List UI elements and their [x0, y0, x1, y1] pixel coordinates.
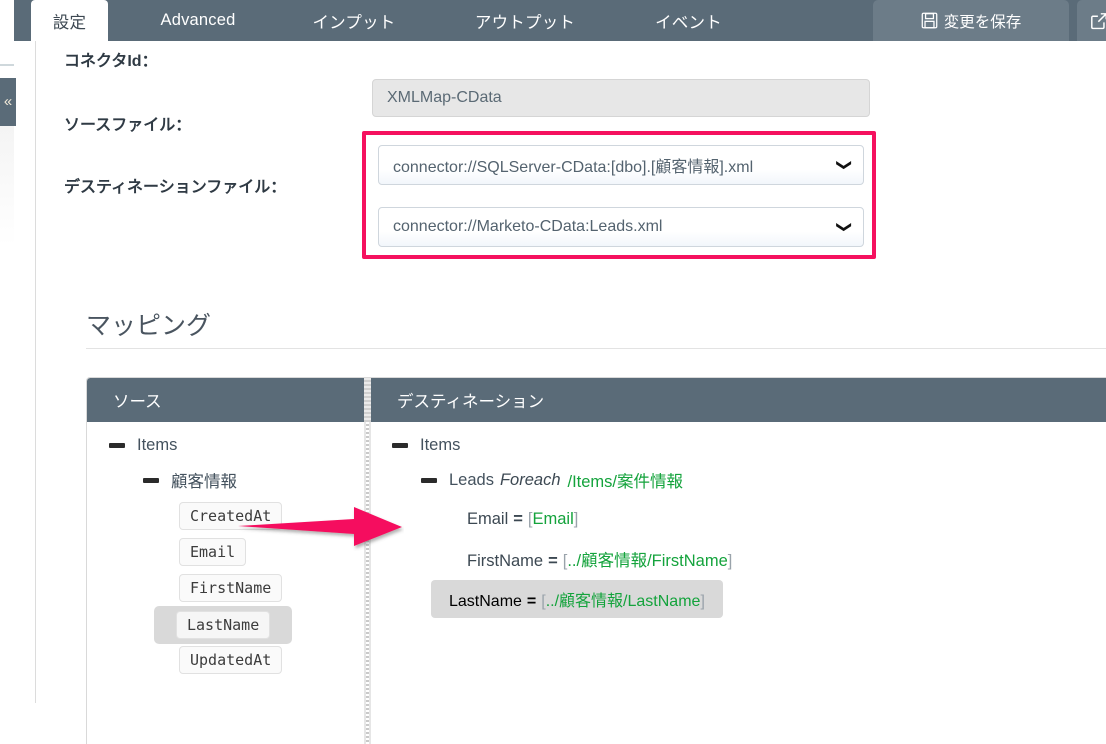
source-tree-root[interactable]: Items — [109, 436, 364, 455]
destination-tree-loop-node[interactable]: Leads Foreach /Items/案件情報 — [421, 468, 1106, 492]
chevron-double-left-icon: « — [4, 93, 12, 110]
mapping-divider — [86, 348, 1106, 349]
tab-advanced-label: Advanced — [161, 11, 236, 30]
bracket-close: ] — [700, 593, 704, 611]
destination-mapping-row[interactable]: FirstName = [ ../顧客情報/FirstName ] — [467, 547, 1106, 571]
destination-tree-root-label: Items — [420, 436, 460, 455]
tab-settings-label: 設定 — [53, 9, 86, 33]
source-leaf-selection: LastName — [154, 606, 292, 644]
panel-splitter-header-segment — [364, 378, 371, 422]
collapse-minus-icon[interactable] — [392, 443, 408, 448]
destination-mapping-row[interactable]: Email = [ Email ] — [467, 510, 1106, 529]
bracket-close: ] — [574, 510, 579, 529]
collapse-minus-icon[interactable] — [109, 443, 125, 448]
left-rail: « — [0, 0, 36, 703]
save-button-label: 変更を保存 — [944, 10, 1022, 32]
bracket-close: ] — [728, 552, 733, 571]
source-file-select[interactable]: connector://SQLServer-CData:[dbo].[顧客情報]… — [378, 145, 864, 185]
panel-splitter[interactable] — [364, 378, 371, 744]
connector-id-label: コネクタId： — [64, 49, 158, 75]
mapping-arrow — [236, 503, 404, 556]
source-tree: Items 顧客情報 CreatedAt Email FirstName Las… — [87, 422, 364, 744]
destination-field-path: ../顧客情報/FirstName — [567, 547, 727, 571]
destination-file-label: デスティネーションファイル： — [64, 175, 344, 201]
destination-file-value: connector://Marketo-CData:Leads.xml — [393, 218, 662, 236]
destination-tree-root[interactable]: Items — [392, 436, 1106, 455]
destination-file-select[interactable]: connector://Marketo-CData:Leads.xml ❮ — [378, 207, 864, 247]
destination-row-selection: LastName = [ ../顧客情報/LastName ] — [431, 580, 723, 618]
source-leaf-label: FirstName — [179, 574, 282, 602]
tab-bar: 設定 Advanced インプット アウトプット イベント 変更を保存 — [14, 0, 1106, 41]
source-tree-leaf[interactable]: UpdatedAt — [179, 646, 364, 674]
destination-field-name: FirstName — [467, 552, 543, 571]
mapping-section-title: マッピング — [86, 306, 211, 342]
destination-panel-header-label: デスティネーション — [397, 388, 544, 412]
tab-input[interactable]: インプット — [274, 0, 434, 41]
destination-tree: Items Leads Foreach /Items/案件情報 Email = … — [371, 422, 1106, 744]
source-leaf-label: LastName — [176, 611, 270, 639]
connector-id-value: XMLMap-CData — [387, 89, 502, 107]
chevron-down-icon: ❮ — [834, 221, 852, 234]
destination-loop-keyword: Foreach — [500, 471, 561, 490]
collapse-minus-icon[interactable] — [143, 478, 159, 483]
open-external-button[interactable] — [1077, 0, 1106, 41]
collapse-minus-icon[interactable] — [421, 478, 437, 483]
mapping-panel: ソース デスティネーション Items 顧客情報 CreatedAt Email — [86, 377, 1106, 744]
tab-advanced[interactable]: Advanced — [122, 0, 274, 41]
destination-mapping-row-selected[interactable]: LastName = [ ../顧客情報/LastName ] — [431, 580, 1106, 618]
tab-output[interactable]: アウトプット — [434, 0, 616, 41]
connector-id-field: XMLMap-CData — [372, 79, 870, 117]
source-leaf-label: UpdatedAt — [179, 646, 282, 674]
destination-field-name: LastName — [449, 593, 522, 611]
source-panel-header: ソース — [87, 378, 364, 422]
destination-field-name: Email — [467, 510, 508, 529]
tab-input-label: インプット — [312, 9, 395, 33]
source-panel-header-label: ソース — [113, 388, 162, 412]
sidebar-collapse-handle[interactable]: « — [0, 78, 16, 126]
destination-loop-name: Leads — [449, 471, 494, 490]
source-tree-node-customer[interactable]: 顧客情報 — [143, 468, 364, 492]
source-file-label: ソースファイル： — [64, 113, 191, 139]
source-tree-root-label: Items — [137, 436, 177, 455]
tab-output-label: アウトプット — [475, 9, 575, 33]
equals-sign: = — [513, 510, 523, 529]
destination-panel-header: デスティネーション — [371, 378, 1106, 422]
rail-gradient — [0, 126, 14, 246]
open-external-icon — [1090, 12, 1106, 30]
source-tree-leaf-selected[interactable]: LastName — [154, 606, 364, 644]
destination-field-path: Email — [533, 510, 574, 529]
source-tree-node-label: 顧客情報 — [171, 468, 237, 492]
equals-sign: = — [527, 593, 536, 611]
destination-loop-path: /Items/案件情報 — [568, 468, 684, 492]
chevron-down-icon: ❮ — [834, 159, 852, 172]
rail-divider — [0, 64, 14, 66]
save-button[interactable]: 変更を保存 — [873, 0, 1069, 41]
source-tree-leaf[interactable]: FirstName — [179, 574, 364, 602]
equals-sign: = — [548, 552, 558, 571]
tab-event[interactable]: イベント — [616, 0, 761, 41]
tab-settings[interactable]: 設定 — [31, 0, 108, 41]
tab-event-label: イベント — [655, 9, 722, 33]
save-floppy-icon — [921, 12, 938, 29]
source-file-value: connector://SQLServer-CData:[dbo].[顧客情報]… — [393, 153, 753, 177]
destination-field-path: ../顧客情報/LastName — [546, 587, 701, 611]
